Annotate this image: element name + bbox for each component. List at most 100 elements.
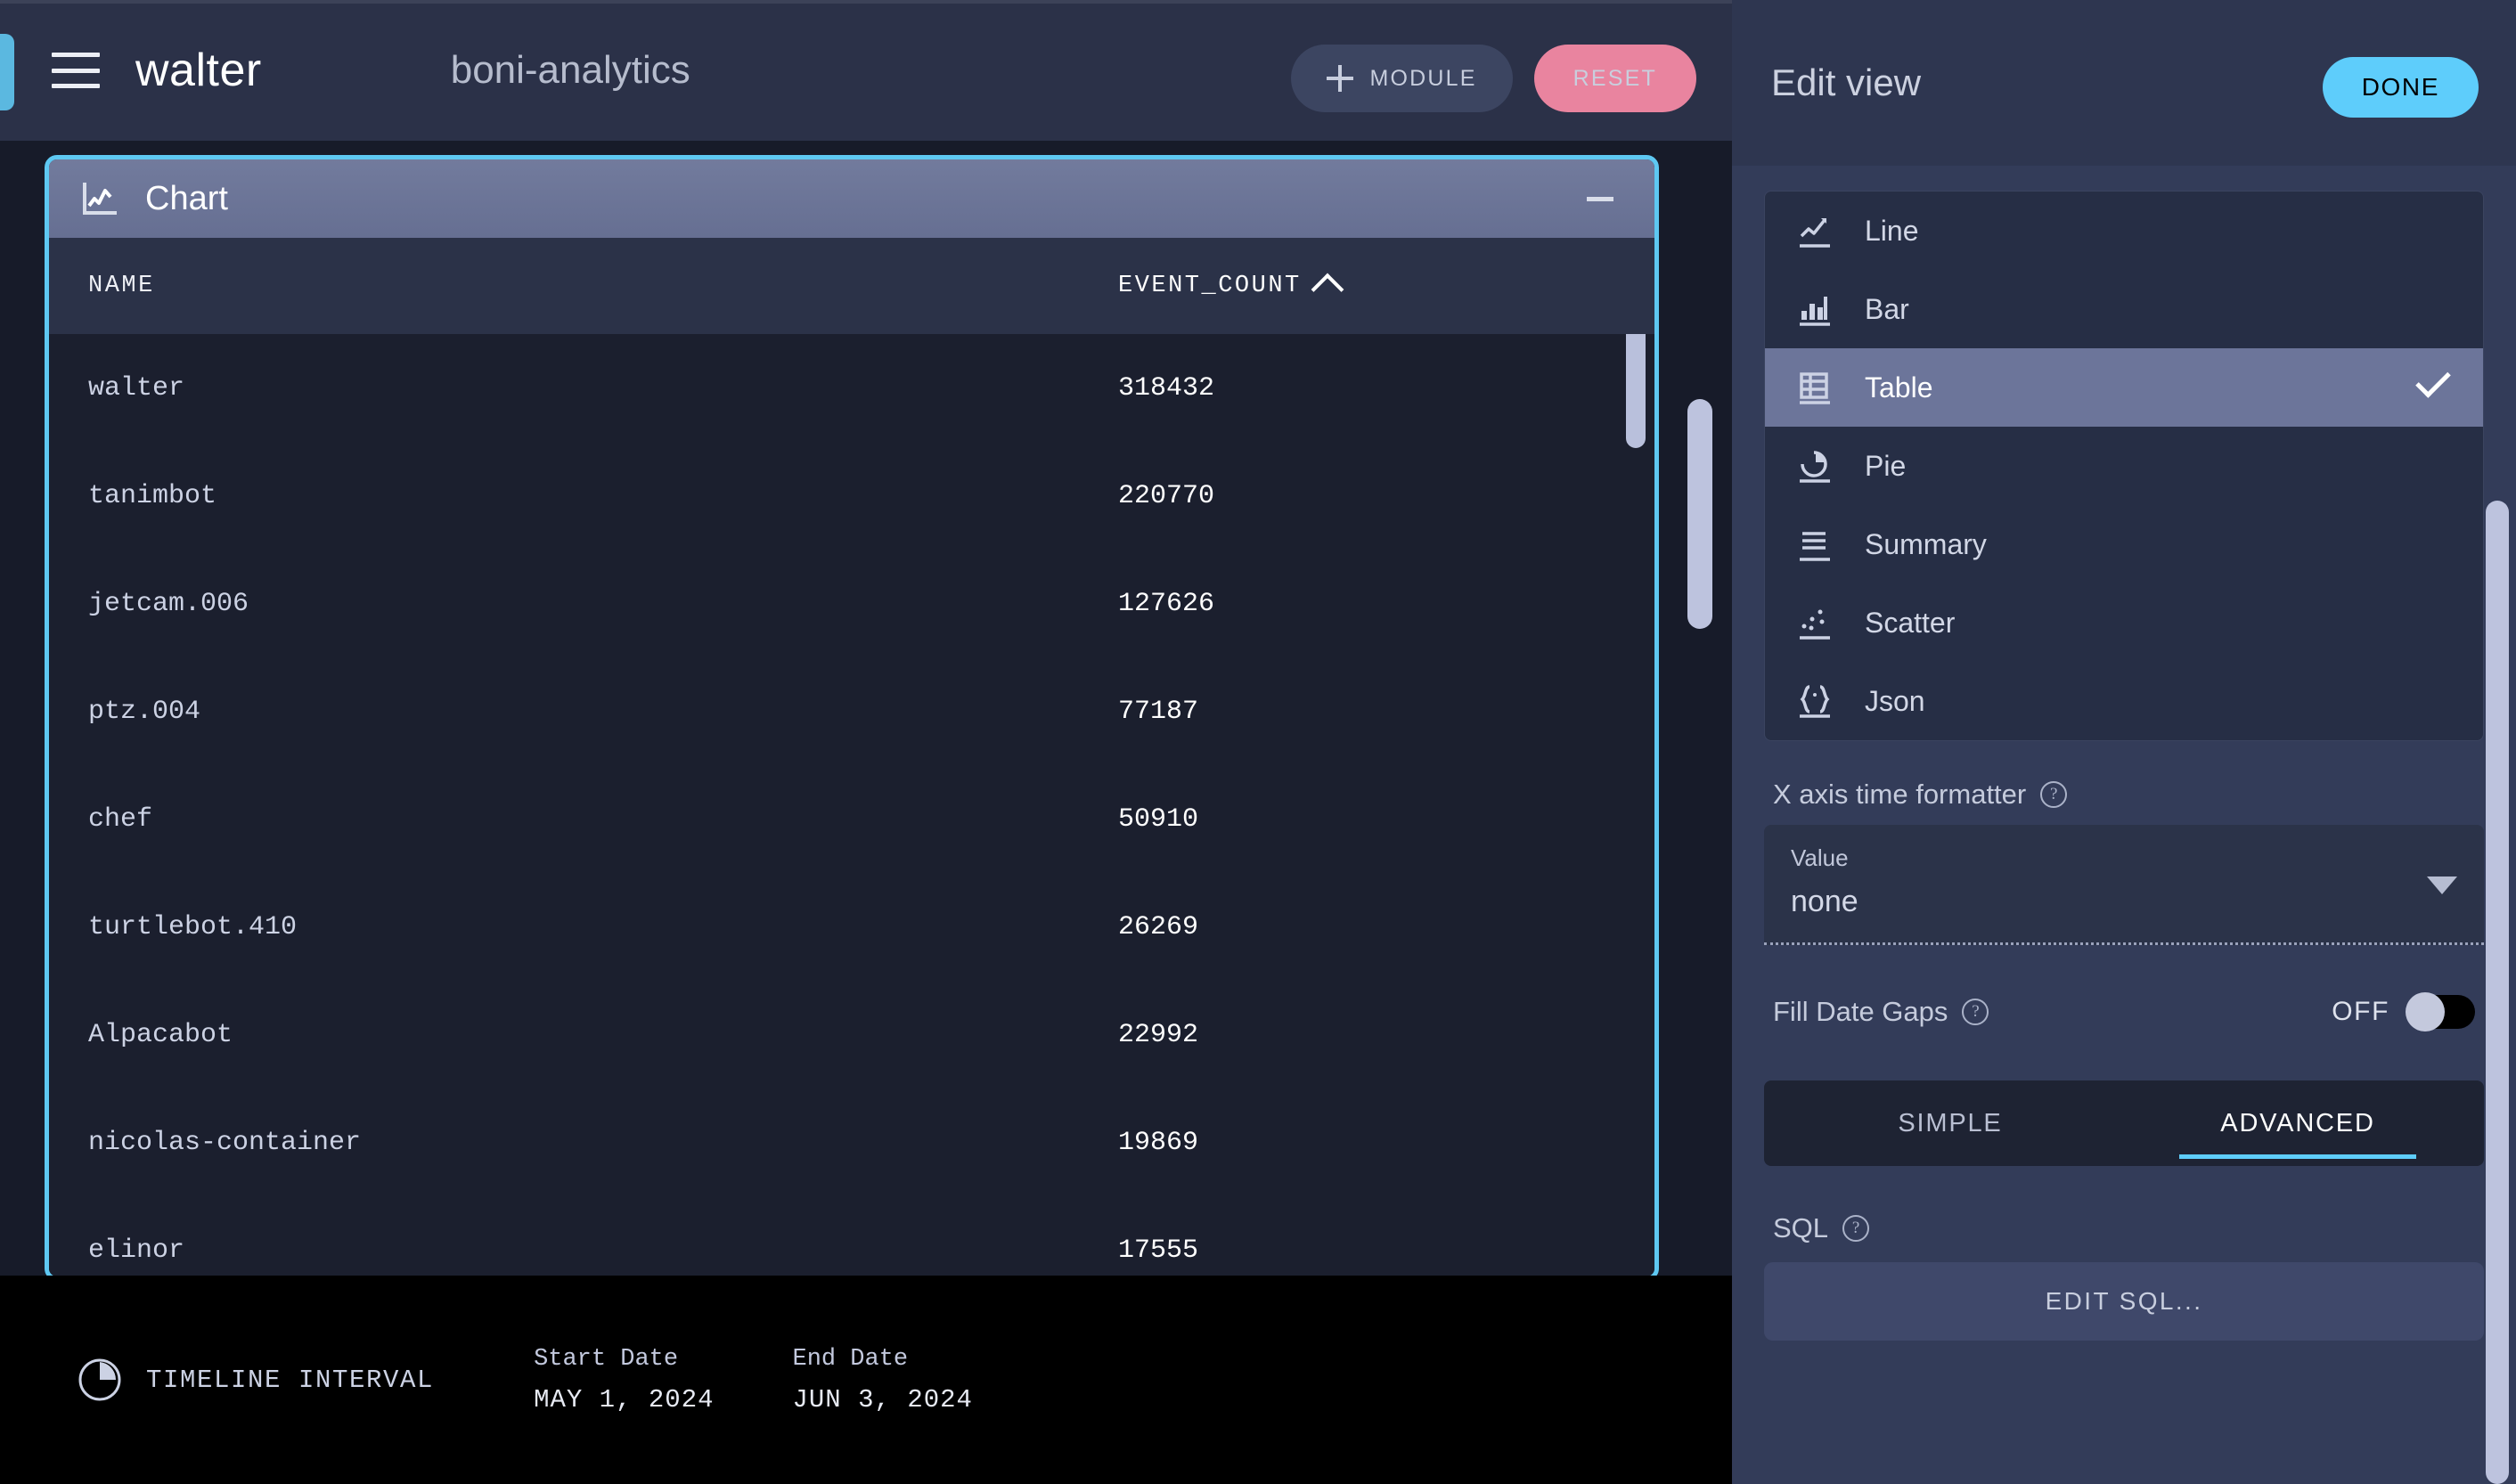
cell-name: walter <box>88 372 185 404</box>
chart-type-item-json[interactable]: Json <box>1765 662 2483 740</box>
chart-module-header: Chart <box>49 159 1654 238</box>
tab-advanced[interactable]: ADVANCED <box>2124 1080 2471 1166</box>
mode-tabs: SIMPLE ADVANCED <box>1764 1080 2484 1166</box>
chart-type-label: Pie <box>1865 449 1907 482</box>
modules-region: Chart NAME EVENT_COUNT walter 318432 tanim… <box>0 141 1732 1276</box>
end-date-group[interactable]: End Date JUN 3, 2024 <box>793 1346 973 1415</box>
edit-sql-button[interactable]: EDIT SQL... <box>1764 1262 2484 1341</box>
table-scrollbar-track[interactable] <box>1626 334 1646 1276</box>
table-row[interactable]: tanimbot 220770 <box>49 442 1654 550</box>
left-drawer-handle[interactable] <box>0 34 14 110</box>
cell-event-count: 17555 <box>1118 1235 1199 1266</box>
cell-event-count: 50910 <box>1118 803 1199 835</box>
curly-braces-icon <box>1795 681 1834 721</box>
cell-name: Alpacabot <box>88 1019 233 1050</box>
chart-type-item-bar[interactable]: Bar <box>1765 270 2483 348</box>
column-header-event-count[interactable]: EVENT_COUNT <box>1118 271 1344 306</box>
table-row[interactable]: elinor 17555 <box>49 1196 1654 1276</box>
table-row[interactable]: turtlebot.410 26269 <box>49 873 1654 981</box>
minimize-icon[interactable] <box>1587 197 1613 201</box>
edit-panel-scrollbar-thumb[interactable] <box>2486 501 2509 1484</box>
timeline-interval-control[interactable]: TIMELINE INTERVAL <box>77 1357 434 1403</box>
x-axis-formatter-select[interactable]: Value none <box>1764 825 2484 945</box>
column-header-name[interactable]: NAME <box>49 273 1118 299</box>
board-title: boni-analytics <box>450 48 690 92</box>
table-rows-container: walter 318432 tanimbot 220770 jetcam.006 1276… <box>49 334 1654 1276</box>
table-body: walter 318432 tanimbot 220770 jetcam.006 1276… <box>49 334 1654 1276</box>
chart-type-label: Line <box>1865 214 1919 247</box>
cell-event-count: 22992 <box>1118 1019 1199 1050</box>
table-row[interactable]: walter 318432 <box>49 334 1654 442</box>
pie-chart-icon <box>1795 446 1834 485</box>
fill-date-gaps-state: OFF <box>2332 997 2389 1026</box>
chart-type-item-scatter[interactable]: Scatter <box>1765 583 2483 662</box>
table-row[interactable]: ptz.004 77187 <box>49 657 1654 765</box>
start-date-group[interactable]: Start Date MAY 1, 2024 <box>534 1346 714 1415</box>
chart-type-label: Scatter <box>1865 606 1956 639</box>
table-header-row: NAME EVENT_COUNT <box>49 238 1654 334</box>
fill-date-gaps-control: OFF <box>2332 992 2484 1031</box>
chart-type-label: Table <box>1865 371 1933 404</box>
chart-type-item-line[interactable]: Line <box>1765 192 2483 270</box>
chart-type-item-table[interactable]: Table <box>1765 348 2483 427</box>
chevron-down-icon <box>2427 877 2457 894</box>
question-circle-icon[interactable]: ? <box>1962 999 1989 1025</box>
main-content-area: walter boni-analytics MODULE RESET Chart… <box>0 0 1732 1484</box>
table-scrollbar-thumb[interactable] <box>1626 334 1646 448</box>
chart-type-label: Json <box>1865 684 1925 717</box>
chevron-up-icon <box>1311 273 1344 306</box>
check-icon <box>2415 363 2451 398</box>
cell-event-count: 77187 <box>1118 696 1199 727</box>
chart-type-label: Summary <box>1865 527 1987 560</box>
cell-name: ptz.004 <box>88 696 201 727</box>
table-row[interactable]: jetcam.006 127626 <box>49 550 1654 657</box>
chart-type-item-pie[interactable]: Pie <box>1765 427 2483 505</box>
hamburger-icon[interactable] <box>52 53 100 88</box>
add-module-button[interactable]: MODULE <box>1291 45 1513 112</box>
tab-simple[interactable]: SIMPLE <box>1777 1080 2124 1166</box>
edit-view-panel: Edit view DONE Line Bar Table Pie Summary Sca… <box>1732 0 2516 1484</box>
chart-type-list: Line Bar Table Pie Summary Scatter Json <box>1764 191 2484 741</box>
cell-name: jetcam.006 <box>88 588 249 619</box>
x-axis-formatter-label-row: X axis time formatter ? <box>1773 779 2484 811</box>
reset-button[interactable]: RESET <box>1533 45 1696 112</box>
bar-chart-icon <box>1795 289 1834 329</box>
chart-type-item-summary[interactable]: Summary <box>1765 505 2483 583</box>
sql-label: SQL <box>1773 1212 1829 1243</box>
cell-name: turtlebot.410 <box>88 911 298 942</box>
scatter-plot-icon <box>1795 603 1834 642</box>
table-row[interactable]: Alpacabot 22992 <box>49 981 1654 1089</box>
cell-event-count: 26269 <box>1118 911 1199 942</box>
sql-label-row: SQL ? <box>1773 1212 2484 1244</box>
cell-event-count: 318432 <box>1118 372 1215 404</box>
chart-type-label: Bar <box>1865 292 1909 325</box>
start-date-label: Start Date <box>534 1345 679 1373</box>
done-button[interactable]: DONE <box>2322 57 2479 118</box>
plus-icon <box>1327 65 1354 92</box>
timeline-interval-bar: TIMELINE INTERVAL Start Date MAY 1, 2024… <box>0 1276 1732 1484</box>
table-grid-icon <box>1795 368 1834 407</box>
chart-module-title: Chart <box>145 179 228 217</box>
table-row[interactable]: chef 50910 <box>49 765 1654 873</box>
cell-name: tanimbot <box>88 480 217 511</box>
edit-panel-title: Edit view <box>1771 61 1922 103</box>
question-circle-icon[interactable]: ? <box>2040 781 2068 808</box>
fill-date-gaps-toggle[interactable] <box>2406 992 2475 1031</box>
edit-panel-header: Edit view DONE <box>1732 0 2516 166</box>
app-root: walter boni-analytics MODULE RESET Chart… <box>0 0 2516 1484</box>
pie-clock-icon <box>77 1357 123 1403</box>
topbar-actions: MODULE RESET <box>1291 45 1696 112</box>
x-axis-formatter-label: X axis time formatter <box>1773 779 2027 810</box>
chart-module-card[interactable]: Chart NAME EVENT_COUNT walter 318432 tanim… <box>45 155 1659 1276</box>
column-header-event-count-label: EVENT_COUNT <box>1118 273 1302 299</box>
add-module-label: MODULE <box>1369 65 1477 91</box>
table-row[interactable]: nicolas-container 19869 <box>49 1089 1654 1196</box>
fill-date-gaps-label: Fill Date Gaps <box>1773 996 1948 1027</box>
end-date-value: JUN 3, 2024 <box>792 1384 973 1415</box>
cell-event-count: 19869 <box>1118 1127 1199 1158</box>
main-scrollbar-thumb[interactable] <box>1687 399 1712 629</box>
line-chart-icon <box>1795 211 1834 250</box>
question-circle-icon[interactable]: ? <box>1842 1215 1870 1242</box>
cell-name: nicolas-container <box>88 1127 362 1158</box>
x-axis-formatter-field-label: Value <box>1791 844 1849 871</box>
